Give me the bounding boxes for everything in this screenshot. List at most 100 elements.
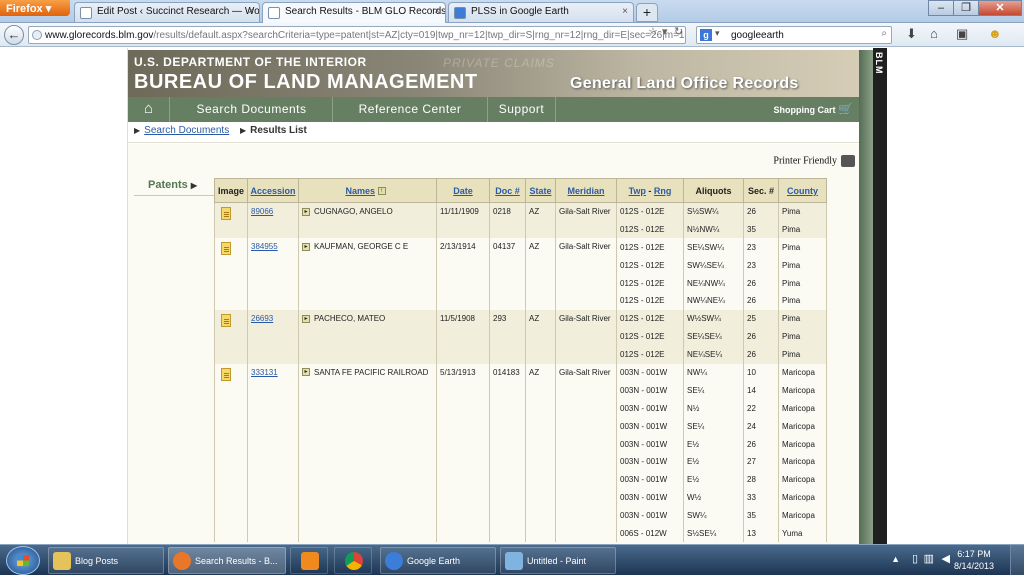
taskbar-item-firefox[interactable]: Search Results - B... [168,547,286,574]
twp-rng: 003N - 001W [616,452,684,471]
aliquots: S½SE¼ [683,524,744,543]
section-number: 26 [743,345,779,364]
column-header-date[interactable]: Date [453,186,473,196]
accession-link[interactable]: 89066 [251,207,273,216]
side-decoration [859,50,873,544]
volume-icon[interactable]: ◀ [942,552,950,565]
twp-rng: 012S - 012E [616,256,684,275]
section-number: 27 [743,452,779,471]
column-header-state[interactable]: State [529,186,551,196]
document-image-icon[interactable] [221,367,231,381]
reload-icon[interactable]: ↻ [674,25,683,38]
tab-plss-google-earth[interactable]: PLSS in Google Earth × [448,2,634,22]
taskbar-item-blog-posts[interactable]: Blog Posts [48,547,164,574]
column-header-rng[interactable]: Rng [654,186,672,196]
column-header-meridian[interactable]: Meridian [567,186,604,196]
section-number: 26 [743,274,779,292]
printer-friendly-link[interactable]: Printer Friendly [773,155,855,167]
url-host: www.glorecords.blm.gov [45,30,154,41]
chevron-down-icon[interactable]: ▾ [715,28,720,39]
county: Maricopa [778,470,827,489]
expand-icon[interactable]: ▸ [302,207,310,216]
tab-search-results[interactable]: Search Results - BLM GLO Records × [262,2,446,23]
document-image-icon[interactable] [221,313,231,327]
show-desktop-button[interactable] [1010,545,1024,575]
site-banner: PRIVATE CLAIMS U.S. DEPARTMENT OF THE IN… [128,50,859,98]
tab-close-icon[interactable]: × [248,6,254,17]
addon-icon[interactable]: ▣ [956,26,968,42]
system-tray-clock[interactable]: 6:17 PM 8/14/2013 [954,548,994,572]
patents-label: Patents [148,179,188,191]
patent-date: 5/13/1913 [436,363,490,543]
bureau-title: BUREAU OF LAND MANAGEMENT [134,71,478,93]
paint-icon [505,552,523,570]
search-icon[interactable]: ⌕ [881,28,887,39]
twp-rng: 003N - 001W [616,435,684,453]
start-button[interactable] [6,546,40,575]
column-header-twp[interactable]: Twp [629,186,646,196]
greasemonkey-icon[interactable]: ☻ [988,26,1002,41]
taskbar-item-paint[interactable]: Untitled - Paint [500,547,616,574]
shopping-cart-link[interactable]: Shopping Cart 🛒 [774,97,853,122]
expand-icon[interactable]: ▸ [302,314,310,323]
column-header-doc[interactable]: Doc # [495,186,520,196]
search-bar[interactable]: g ▾ googleearth ⌕ [696,26,892,44]
taskbar-item-chrome[interactable] [334,547,372,574]
column-header-accession[interactable]: Accession [250,186,295,196]
firefox-menu-button[interactable]: Firefox ▾ [0,0,70,16]
section-number: 23 [743,238,779,257]
accession-link[interactable]: 384955 [251,242,278,251]
tray-expand-icon[interactable]: ▲ [891,554,900,564]
back-arrow-icon[interactable]: ← [4,25,24,45]
column-header-county[interactable]: County [787,186,818,196]
section-number: 26 [743,435,779,453]
state: AZ [525,363,556,543]
aliquots: SE¼ [683,381,744,400]
network-icon[interactable]: ▥ [924,552,934,565]
new-tab-button[interactable]: + [636,3,658,22]
expand-icon[interactable]: ▸ [302,368,310,377]
patent-date: 11/11/1909 [436,202,490,239]
battery-icon[interactable]: ▯ [912,552,918,565]
bookmark-star-icon[interactable]: ☆ [648,25,658,38]
dropdown-arrow-icon[interactable]: ▾ [662,25,668,38]
chevron-right-icon: ▶ [239,126,247,135]
search-input[interactable]: googleearth [731,30,784,41]
doc-number: 0218 [489,202,526,239]
patentee-name: CUGNAGO, ANGELO [314,207,393,216]
document-image-icon[interactable] [221,242,231,256]
tab-edit-post[interactable]: Edit Post ‹ Succinct Research — Word... … [74,2,260,22]
home-icon[interactable]: ⌂ [930,26,938,41]
sort-icon[interactable]: ↑ [377,187,386,196]
taskbar-item-media-player[interactable] [290,547,328,574]
aliquots: E½ [683,452,744,471]
printer-icon [841,155,855,167]
home-icon[interactable]: ⌂ [128,97,170,122]
column-header-names[interactable]: Names [345,186,375,196]
table-row: 333131 ▸ SANTA FE PACIFIC RAILROAD 5/13/1… [214,363,827,543]
close-window-icon[interactable]: ✕ [978,0,1022,16]
cart-label: Shopping Cart [773,105,836,115]
firefox-icon [173,552,191,570]
tab-close-icon[interactable]: × [434,6,440,17]
tab-close-icon[interactable]: × [622,6,628,17]
menu-search-documents[interactable]: Search Documents [171,97,333,122]
google-icon[interactable]: g [700,29,712,41]
twp-rng: 003N - 001W [616,417,684,436]
accession-link[interactable]: 333131 [251,368,278,377]
accession-link[interactable]: 26693 [251,314,273,323]
document-image-icon[interactable] [221,207,231,220]
site-identity-icon[interactable] [32,30,42,40]
patents-tab[interactable]: Patents ▶ [148,179,197,191]
downloads-icon[interactable]: ⬇ [906,26,917,42]
menu-support[interactable]: Support [488,97,556,122]
taskbar-item-label: Search Results - B... [195,556,278,566]
taskbar-item-google-earth[interactable]: Google Earth [380,547,496,574]
menu-reference-center[interactable]: Reference Center [333,97,488,122]
url-bar[interactable]: www.glorecords.blm.gov/results/default.a… [28,26,686,44]
expand-icon[interactable]: ▸ [302,243,310,252]
aliquots: SE¼SE¼ [683,327,744,346]
breadcrumb-search-documents[interactable]: Search Documents [144,125,229,136]
minimize-icon[interactable]: – [928,0,954,16]
restore-icon[interactable]: ❐ [953,0,979,16]
